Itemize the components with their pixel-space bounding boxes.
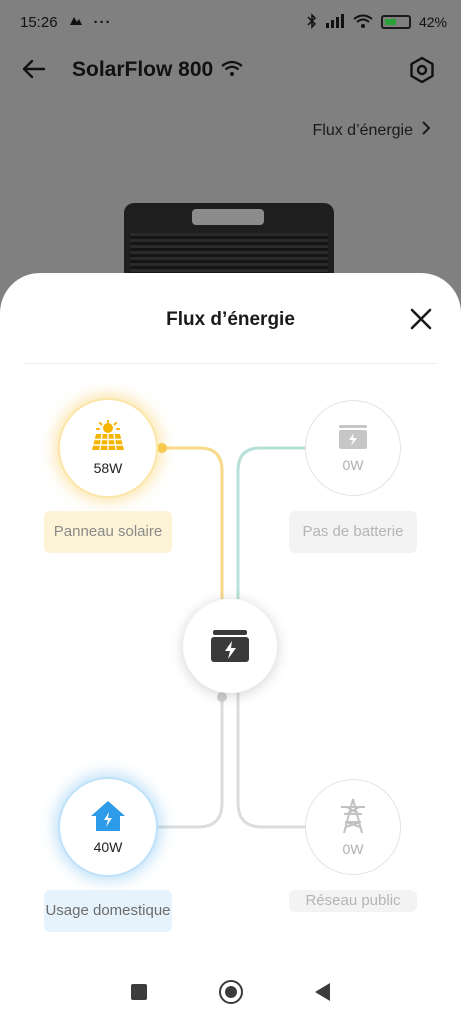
- public-grid-label: Réseau public: [289, 890, 417, 912]
- back-arrow-icon[interactable]: [22, 55, 52, 86]
- chevron-right-icon: [421, 120, 431, 141]
- status-time: 15:26: [20, 13, 58, 31]
- battery-percent: 42%: [418, 14, 447, 30]
- solar-panel-node[interactable]: 58W: [60, 400, 156, 496]
- solar-power-value: 58W: [93, 460, 123, 476]
- home-nav-icon[interactable]: [219, 980, 243, 1004]
- home-power-value: 40W: [93, 839, 123, 855]
- battery-icon: [380, 15, 411, 29]
- solar-flow-dot: [157, 443, 167, 453]
- battery-label: Pas de batterie: [289, 511, 417, 553]
- wifi-icon: [353, 14, 373, 31]
- battery-storage-icon: [339, 425, 367, 449]
- solarflow-hub[interactable]: [183, 599, 277, 693]
- settings-button[interactable]: [405, 53, 439, 87]
- app-header: SolarFlow 800: [0, 48, 461, 92]
- hexagon-settings-icon: [410, 56, 434, 84]
- battery-power-value: 0W: [342, 457, 364, 473]
- grid-flow-line: [236, 693, 305, 829]
- battery-node[interactable]: 0W: [305, 400, 401, 496]
- device-wifi-icon: [221, 60, 243, 81]
- status-dots: ···: [93, 13, 112, 31]
- signal-icon: [325, 13, 345, 31]
- bluetooth-icon: [307, 12, 317, 32]
- home-usage-node[interactable]: 40W: [60, 779, 156, 875]
- recent-apps-icon[interactable]: [131, 984, 147, 1000]
- home-flow-dot: [217, 692, 227, 702]
- energy-flow-link-label: Flux d’énergie: [312, 121, 414, 139]
- power-tower-icon: [341, 798, 365, 834]
- energy-flow-sheet: Flux d’énergie 58W Panneau solaire 0W Pa…: [0, 273, 461, 1024]
- solarflow-device-icon: [211, 630, 249, 662]
- status-bar: 15:26 ··· 42%: [0, 0, 461, 44]
- back-nav-icon[interactable]: [315, 983, 330, 1001]
- public-grid-node[interactable]: 0W: [305, 779, 401, 875]
- solar-panel-icon: [92, 420, 124, 451]
- device-title: SolarFlow 800: [72, 58, 214, 81]
- house-icon: [91, 801, 125, 831]
- home-flow-line: [156, 693, 224, 829]
- system-nav-bar: [0, 960, 461, 1024]
- grid-power-value: 0W: [342, 841, 364, 857]
- energy-flow-link[interactable]: Flux d’énergie: [313, 120, 432, 141]
- solar-panel-label: Panneau solaire: [44, 511, 172, 553]
- notification-icon: [68, 13, 84, 31]
- home-usage-label: Usage domestique: [44, 890, 172, 932]
